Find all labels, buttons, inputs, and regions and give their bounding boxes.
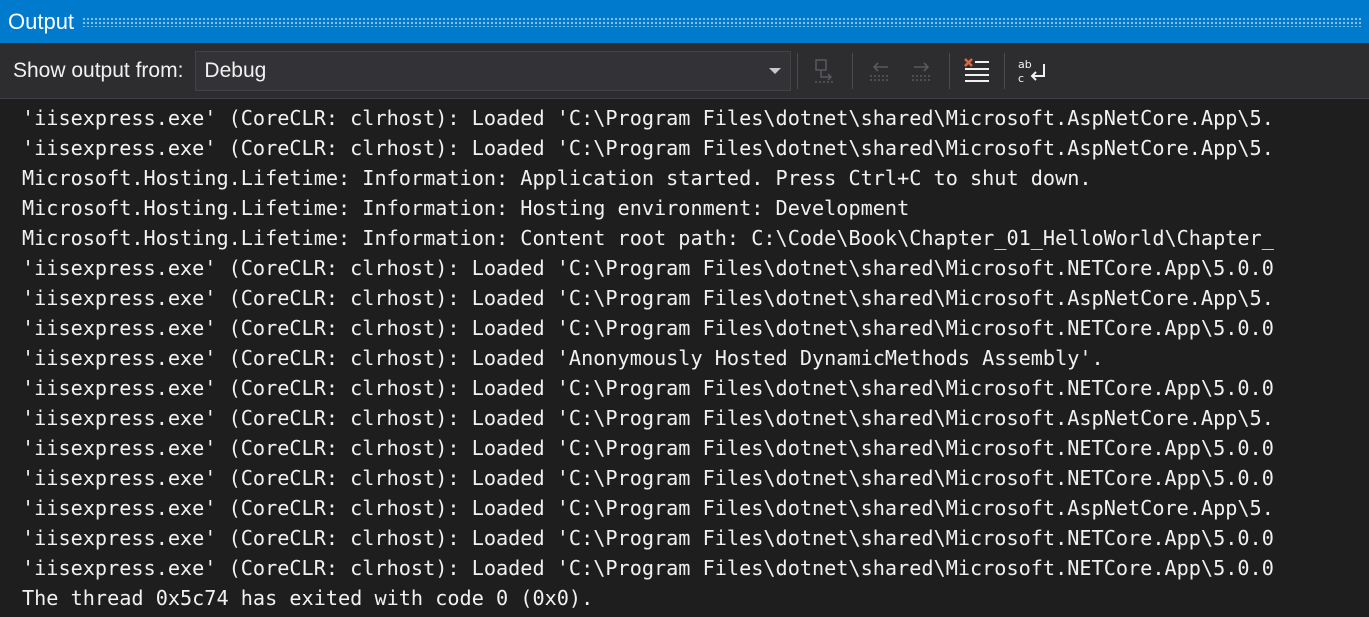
output-line: 'iisexpress.exe' (CoreCLR: clrhost): Loa… <box>22 316 1274 340</box>
clear-all-button[interactable] <box>959 53 995 89</box>
output-line: The thread 0x5c74 has exited with code 0… <box>22 586 594 610</box>
toolbar-separator <box>949 52 951 89</box>
output-panel: Output Show output from: Debug ab c 'iis… <box>0 0 1369 617</box>
output-line: 'iisexpress.exe' (CoreCLR: clrhost): Loa… <box>22 406 1274 430</box>
arrow-left-icon <box>870 61 891 81</box>
previous-message-button[interactable] <box>862 53 898 89</box>
output-line: 'iisexpress.exe' (CoreCLR: clrhost): Loa… <box>22 556 1274 580</box>
toolbar-separator <box>852 52 854 89</box>
output-toolbar: Show output from: Debug ab c <box>0 43 1369 99</box>
output-line: Microsoft.Hosting.Lifetime: Information:… <box>22 166 1092 190</box>
output-line: 'iisexpress.exe' (CoreCLR: clrhost): Loa… <box>22 376 1274 400</box>
panel-title: Output <box>8 8 75 34</box>
word-wrap-icon: ab c <box>1018 58 1046 85</box>
clear-all-icon <box>964 57 990 82</box>
output-line: Microsoft.Hosting.Lifetime: Information:… <box>22 196 910 220</box>
svg-text:ab: ab <box>1018 58 1032 71</box>
chevron-down-icon <box>769 67 782 74</box>
output-line: 'iisexpress.exe' (CoreCLR: clrhost): Loa… <box>22 466 1274 490</box>
output-line: 'iisexpress.exe' (CoreCLR: clrhost): Loa… <box>22 106 1274 130</box>
output-text-area[interactable]: 'iisexpress.exe' (CoreCLR: clrhost): Loa… <box>0 99 1369 617</box>
drag-grip[interactable] <box>82 16 1363 27</box>
show-output-label: Show output from: <box>13 58 184 82</box>
output-line: 'iisexpress.exe' (CoreCLR: clrhost): Loa… <box>22 526 1274 550</box>
toggle-word-wrap-button[interactable]: ab c <box>1014 53 1050 89</box>
output-line: 'iisexpress.exe' (CoreCLR: clrhost): Loa… <box>22 256 1274 280</box>
toolbar-separator <box>1004 52 1006 89</box>
arrow-right-icon <box>912 61 933 81</box>
output-line: 'iisexpress.exe' (CoreCLR: clrhost): Loa… <box>22 496 1274 520</box>
output-line: 'iisexpress.exe' (CoreCLR: clrhost): Loa… <box>22 136 1274 160</box>
output-source-value: Debug <box>204 58 267 82</box>
output-line: Microsoft.Hosting.Lifetime: Information:… <box>22 226 1274 250</box>
next-message-button[interactable] <box>904 53 940 89</box>
output-source-dropdown[interactable]: Debug <box>195 50 792 91</box>
output-line: 'iisexpress.exe' (CoreCLR: clrhost): Loa… <box>22 346 1104 370</box>
output-line: 'iisexpress.exe' (CoreCLR: clrhost): Loa… <box>22 286 1274 310</box>
output-line: 'iisexpress.exe' (CoreCLR: clrhost): Loa… <box>22 436 1274 460</box>
find-message-in-code-button[interactable] <box>807 53 843 89</box>
toolbar-separator <box>797 52 799 89</box>
goto-source-icon <box>815 58 836 83</box>
output-title-bar[interactable]: Output <box>0 0 1369 43</box>
svg-text:c: c <box>1018 72 1024 85</box>
